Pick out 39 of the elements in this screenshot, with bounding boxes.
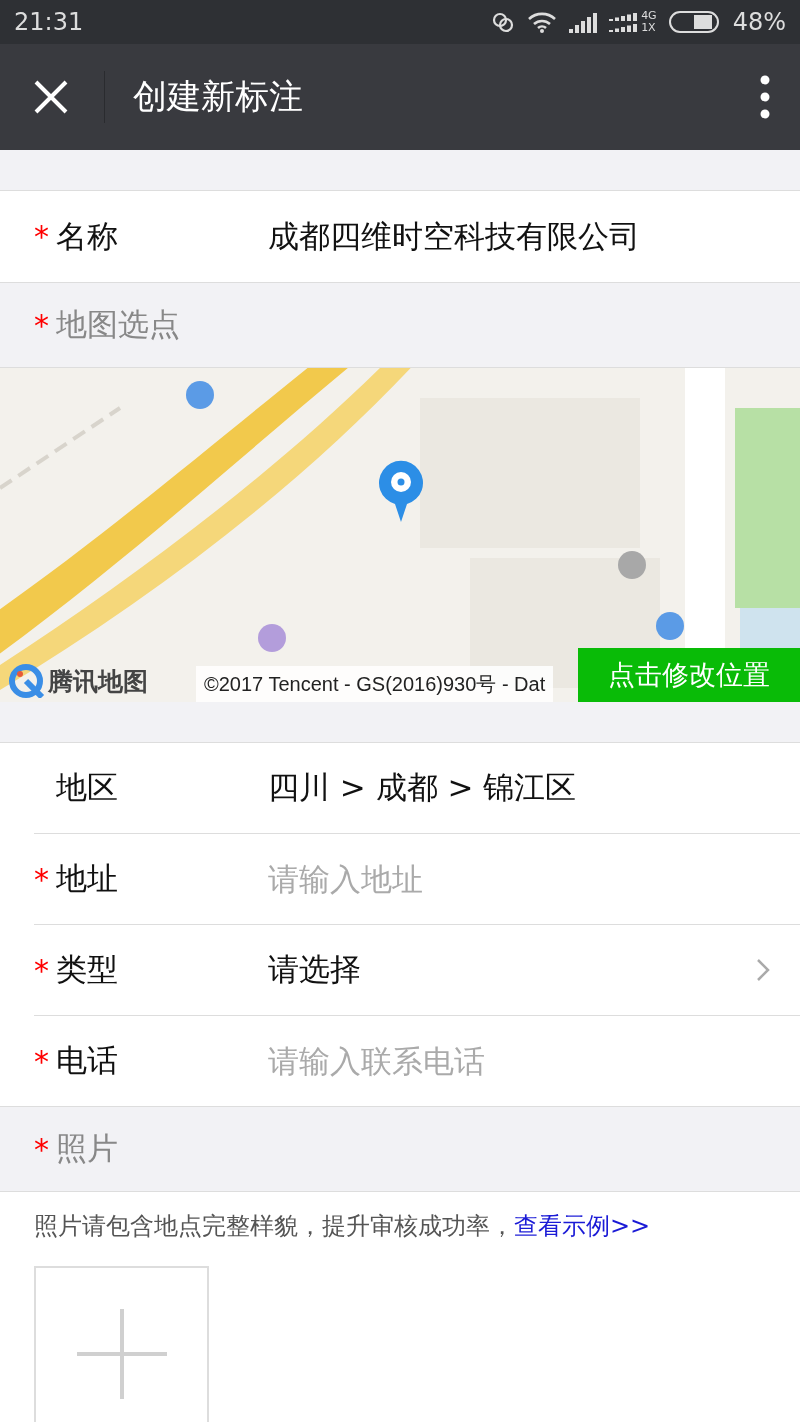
field-label: 类型 — [56, 950, 119, 989]
dual-signal-icon — [609, 11, 638, 33]
field-label: 地区 — [56, 768, 119, 807]
battery-percent: 48% — [732, 8, 786, 36]
network-label: 1X — [641, 22, 657, 34]
clock-time: 21:31 — [14, 8, 84, 36]
example-link[interactable]: 查看示例>> — [514, 1212, 651, 1240]
field-value: 成都四维时空科技有限公司 — [268, 216, 641, 256]
close-icon — [34, 80, 68, 114]
signal-icon — [569, 11, 598, 33]
close-button[interactable] — [34, 80, 68, 114]
hint-text: 照片请包含地点完整样貌，提升审核成功率，查看示例>> — [33, 1211, 652, 1242]
required-mark: * — [34, 219, 50, 254]
field-label: 地图选点 — [56, 305, 181, 344]
logo-icon — [6, 664, 46, 698]
required-mark: * — [34, 952, 50, 988]
copyright-text: ©2017 Tencent - GS(2016)930号 - Dat — [196, 666, 554, 702]
field-value: 四川 > 成都 > 锦江区 — [268, 768, 578, 807]
more-button[interactable] — [760, 75, 770, 119]
page-title: 创建新标注 — [133, 75, 304, 118]
required-mark: * — [34, 1131, 50, 1167]
wifi-icon — [527, 11, 558, 33]
map-logo-text: 腾讯地图 — [48, 665, 148, 698]
field-label: 电话 — [56, 1041, 119, 1080]
field-label: 地址 — [56, 859, 119, 898]
battery-icon — [668, 10, 721, 34]
field-label: 名称 — [56, 216, 119, 256]
select-field[interactable]: 请选择 — [268, 949, 748, 991]
network-label: 4G — [641, 10, 657, 22]
chevron-right-icon — [756, 958, 770, 982]
input-field[interactable]: 请输入联系电话 — [268, 1043, 770, 1079]
required-mark: * — [34, 1043, 50, 1079]
required-mark: * — [34, 861, 50, 897]
input-field[interactable]: 请输入地址 — [268, 861, 770, 897]
required-mark: * — [34, 307, 50, 343]
plus-icon — [76, 1308, 167, 1399]
more-icon — [760, 75, 770, 119]
field-label: 照片 — [56, 1129, 119, 1168]
link-icon — [491, 11, 516, 33]
